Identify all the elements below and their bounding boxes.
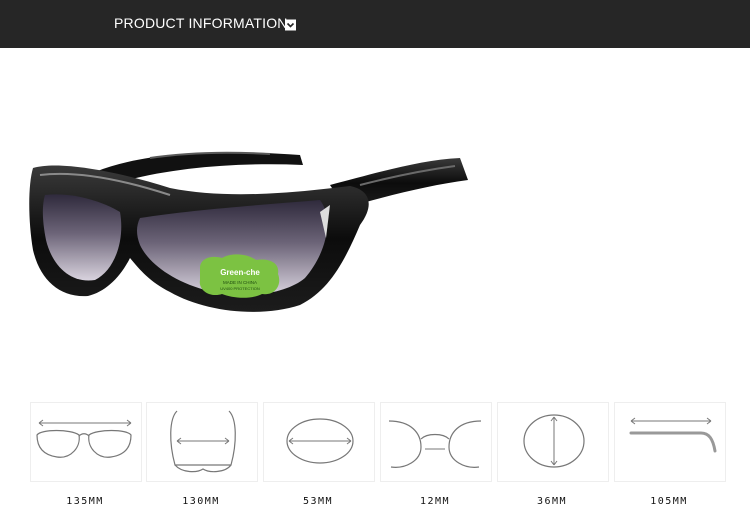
dimension-temple-width bbox=[146, 402, 258, 482]
dimension-label: 53MM bbox=[302, 496, 334, 507]
product-info-header: PRODUCT INFORMATION bbox=[0, 0, 750, 48]
header-title: PRODUCT INFORMATION bbox=[114, 15, 288, 31]
dimension-label: 36MM bbox=[536, 496, 568, 507]
frame-width-icon bbox=[36, 419, 132, 458]
chevron-down-icon[interactable] bbox=[285, 19, 296, 31]
dimension-label: 105MM bbox=[650, 496, 688, 507]
product-photo: Green-che MADE IN CHINA UV400 PROTECTION bbox=[0, 48, 750, 388]
lens-height-icon bbox=[523, 414, 585, 468]
dimension-label: 135MM bbox=[66, 496, 104, 507]
badge-brand: Green-che bbox=[220, 268, 260, 277]
badge-line1: MADE IN CHINA bbox=[223, 280, 257, 285]
brand-badge: Green-che MADE IN CHINA UV400 PROTECTION bbox=[199, 254, 280, 298]
dimension-bridge-width bbox=[380, 402, 492, 482]
dimension-frame-width bbox=[30, 402, 142, 482]
bridge-width-icon bbox=[388, 420, 482, 468]
lens-width-icon bbox=[286, 418, 354, 464]
dimension-label: 130MM bbox=[182, 496, 220, 507]
dimension-lens-width bbox=[263, 402, 375, 482]
temple-length-icon bbox=[629, 417, 717, 453]
dimension-lens-height bbox=[497, 402, 609, 482]
dimension-label: 12MM bbox=[419, 496, 451, 507]
temple-width-icon bbox=[170, 410, 236, 473]
dimension-temple-length bbox=[614, 402, 726, 482]
badge-line2: UV400 PROTECTION bbox=[220, 286, 260, 291]
sunglasses-image: Green-che MADE IN CHINA UV400 PROTECTION bbox=[29, 151, 468, 312]
